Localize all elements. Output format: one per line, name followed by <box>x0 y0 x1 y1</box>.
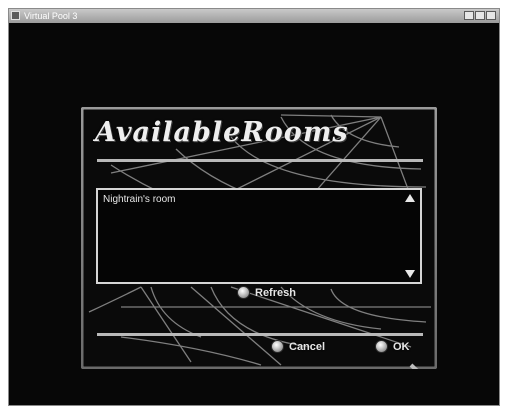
cancel-button[interactable]: Cancel <box>271 340 325 353</box>
room-list-item[interactable]: Nightrain's room <box>103 194 176 205</box>
refresh-button[interactable]: Refresh <box>237 286 296 299</box>
close-button[interactable] <box>486 11 496 20</box>
scroll-up-icon[interactable] <box>405 194 415 202</box>
button-orb-icon <box>237 286 250 299</box>
refresh-button-label: Refresh <box>255 286 296 299</box>
button-orb-icon <box>271 340 284 353</box>
room-list[interactable]: Nightrain's room <box>96 188 422 284</box>
title-bar[interactable]: Virtual Pool 3 <box>9 9 499 24</box>
scroll-down-icon[interactable] <box>405 270 415 278</box>
app-icon[interactable] <box>11 11 20 20</box>
button-orb-icon <box>375 340 388 353</box>
game-window: Virtual Pool 3 AvailableRooms Nightrain'… <box>8 8 500 406</box>
cancel-button-label: Cancel <box>289 340 326 353</box>
available-rooms-dialog: AvailableRooms Nightrain's room Refresh … <box>81 107 437 369</box>
ok-button[interactable]: OK <box>375 340 410 353</box>
maximize-button[interactable] <box>475 11 485 20</box>
minimize-button[interactable] <box>464 11 474 20</box>
ok-button-label: OK <box>393 340 410 353</box>
dialog-title: AvailableRooms <box>95 117 349 148</box>
window-title: Virtual Pool 3 <box>24 11 78 21</box>
game-canvas: AvailableRooms Nightrain's room Refresh … <box>9 23 499 405</box>
